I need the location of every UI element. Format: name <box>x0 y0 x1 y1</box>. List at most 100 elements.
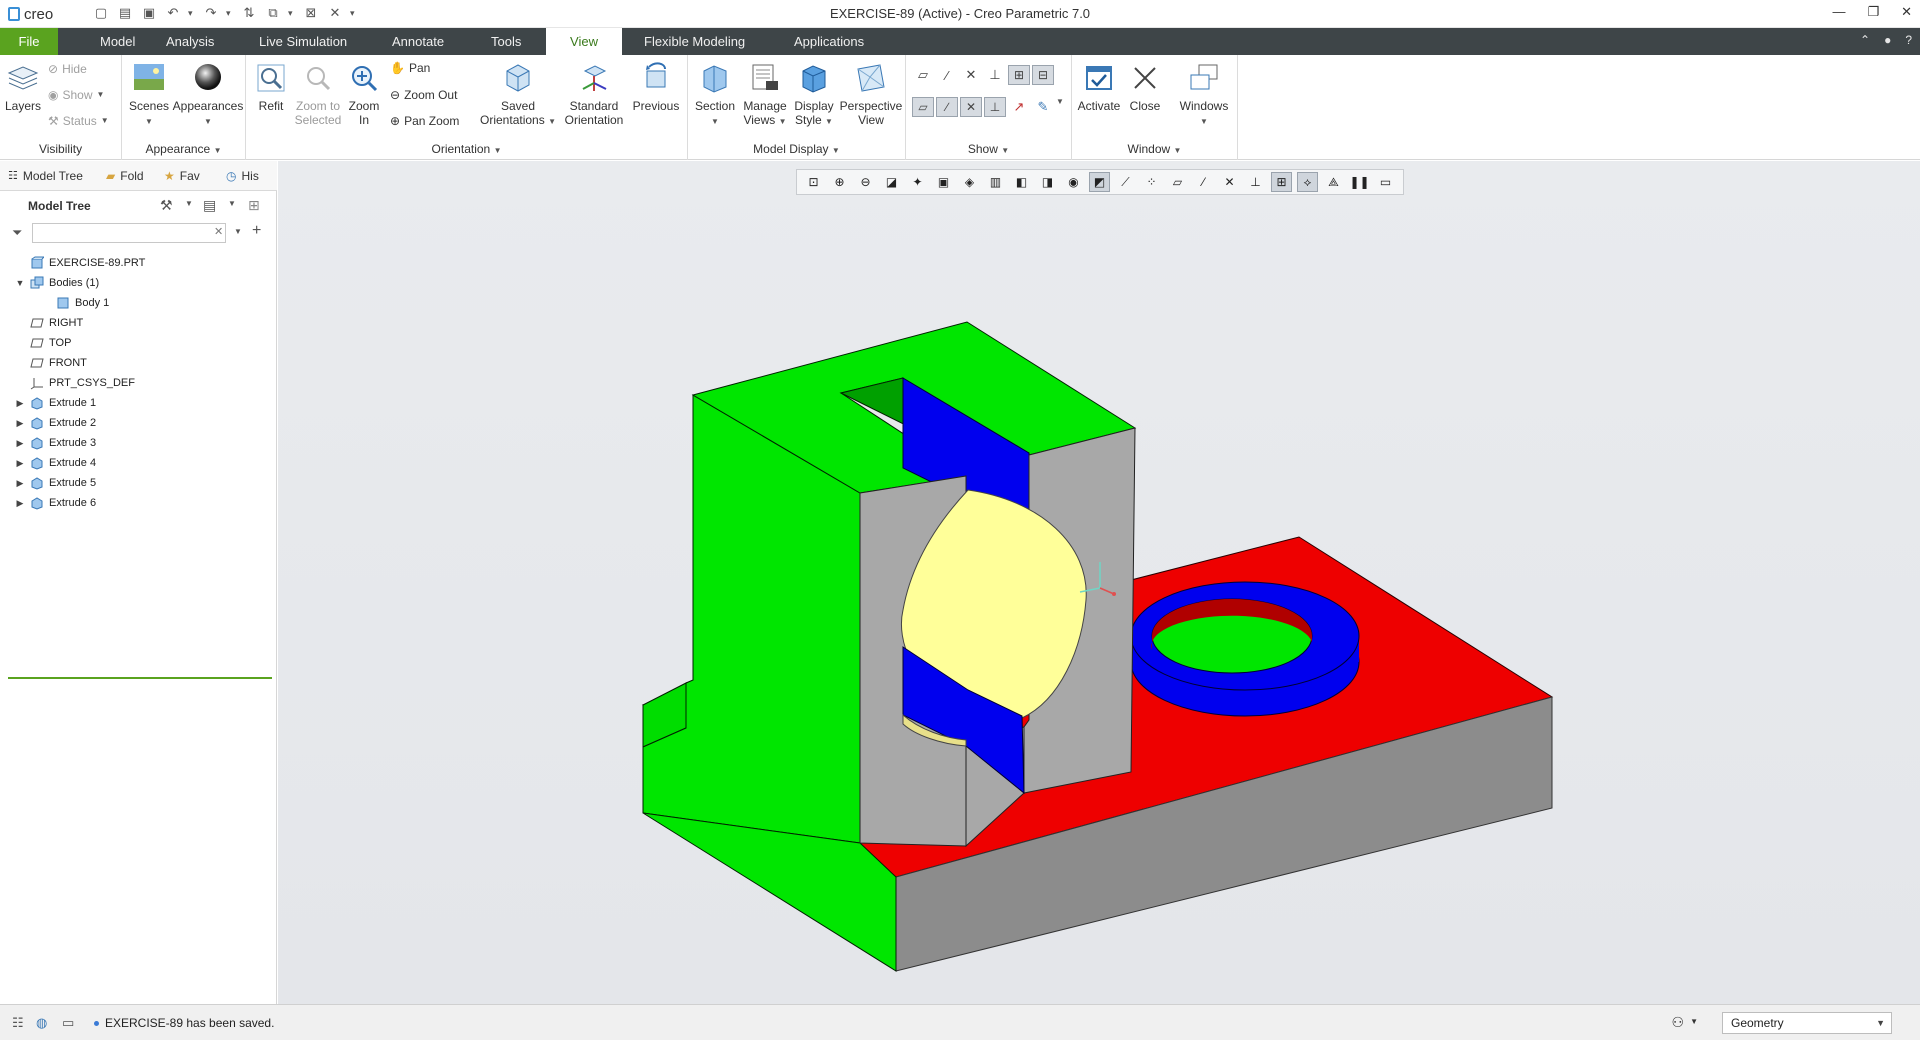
refit-button[interactable]: Refit <box>252 61 290 113</box>
graphics-window[interactable]: ⊡ ⊕ ⊖ ◪ ✦ ▣ ◈ ▥ ◧ ◨ ◉ ◩ ⟋ ⁘ ▱ ⁄ ✕ ⊥ ⊞ ⟡ … <box>278 161 1920 1004</box>
find-binoculars-icon[interactable]: ⚇ <box>1671 1014 1684 1031</box>
windows-button[interactable]: Windows ▼ <box>1176 61 1232 129</box>
new-file-icon[interactable]: ▢ <box>92 4 110 22</box>
user-icon[interactable]: ● <box>1884 33 1891 47</box>
filter-funnel-icon[interactable]: ⏷ <box>12 225 22 241</box>
pan-button[interactable]: ✋ Pan <box>390 58 430 78</box>
axis-display-icon[interactable]: ∕ <box>936 65 958 85</box>
expand-toggle-icon[interactable]: ▶ <box>14 473 26 493</box>
show-more-dropdown-icon[interactable]: ▼ <box>1056 97 1064 117</box>
sketch-display-icon[interactable]: ✎ <box>1032 97 1054 117</box>
save-icon[interactable]: ▣ <box>140 4 158 22</box>
tab-file[interactable]: File <box>0 28 58 55</box>
expand-toggle-icon[interactable]: ▶ <box>14 393 26 413</box>
3d-model[interactable] <box>278 161 1920 1004</box>
csys-display-icon[interactable]: ⊥ <box>984 65 1006 85</box>
csys-tag-display-icon[interactable]: ∕ <box>936 97 958 117</box>
tree-item[interactable]: ▶ Extrude 2 <box>14 413 96 433</box>
add-item-icon[interactable]: + <box>252 222 261 240</box>
tree-item[interactable]: ▶ Extrude 6 <box>14 493 96 513</box>
nav-tab-model-tree[interactable]: ☷ Model Tree <box>8 167 83 185</box>
clear-search-icon[interactable]: ✕ <box>214 225 223 238</box>
tree-item[interactable]: PRT_CSYS_DEF <box>14 373 135 393</box>
redo-icon[interactable]: ↷ <box>202 4 220 22</box>
manage-views-button[interactable]: Manage Views ▼ <box>740 61 790 129</box>
collapse-ribbon-icon[interactable]: ⌃ <box>1860 33 1870 47</box>
nav-tab-history[interactable]: ◷ His <box>226 167 259 185</box>
undo-icon[interactable]: ↶ <box>164 4 182 22</box>
tab-tools[interactable]: Tools <box>477 28 535 55</box>
tab-annotate[interactable]: Annotate <box>378 28 458 55</box>
windows-icon[interactable]: ⧉ <box>264 4 282 22</box>
customize-qat-icon[interactable]: ▾ <box>350 8 358 19</box>
expand-toggle-icon[interactable]: ▶ <box>14 493 26 513</box>
dimension-display-icon[interactable]: ↗ <box>1008 97 1030 117</box>
tab-analysis[interactable]: Analysis <box>152 28 228 55</box>
pan-zoom-button[interactable]: ⊕ Pan Zoom <box>390 111 459 131</box>
regenerate-icon[interactable]: ⇅ <box>240 4 258 22</box>
tree-settings-dropdown-icon[interactable]: ▼ <box>185 199 193 208</box>
expand-toggle-icon[interactable]: ▼ <box>14 273 26 293</box>
previous-button[interactable]: Previous <box>630 61 682 113</box>
nav-tab-folder-browser[interactable]: ▰ Fold <box>106 167 144 185</box>
hide-button[interactable]: ⊘ Hide <box>48 59 87 79</box>
point-tag-display-icon[interactable]: ⏥ <box>912 97 934 117</box>
selection-filter-select[interactable]: Geometry ▼ <box>1722 1012 1892 1034</box>
tab-applications[interactable]: Applications <box>780 28 878 55</box>
open-folder-icon[interactable]: ▤ <box>116 4 134 22</box>
tree-filters-icon[interactable]: ⊞ <box>248 197 260 214</box>
tree-item[interactable]: ▶ Extrude 5 <box>14 473 96 493</box>
spin-center-icon[interactable]: ✕ <box>960 97 982 117</box>
plane-display-icon[interactable]: ⏥ <box>912 65 934 85</box>
close-window-icon[interactable]: ⊠ <box>302 4 320 22</box>
show-group-label[interactable]: Show ▼ <box>906 142 1071 156</box>
nav-tab-favorites[interactable]: ★ Fav <box>164 167 200 185</box>
close-button[interactable]: Close <box>1124 61 1166 113</box>
find-dropdown-icon[interactable]: ▼ <box>1690 1017 1698 1026</box>
help-icon[interactable]: ? <box>1905 33 1912 47</box>
appearances-button[interactable]: Appearances ▼ <box>172 61 244 129</box>
tree-item[interactable]: RIGHT <box>14 313 83 333</box>
point-display-icon[interactable]: ✕ <box>960 65 982 85</box>
redo-dropdown-icon[interactable]: ▾ <box>226 8 234 19</box>
model-display-group-label[interactable]: Model Display ▼ <box>688 142 905 156</box>
tree-item[interactable]: ▶ Extrude 3 <box>14 433 96 453</box>
tree-item[interactable]: ▼ Bodies (1) <box>14 273 99 293</box>
windows-dropdown-icon[interactable]: ▾ <box>288 8 296 19</box>
full-screen-icon[interactable]: ▭ <box>62 1015 74 1031</box>
window-group-label[interactable]: Window ▼ <box>1072 142 1237 156</box>
layers-button[interactable]: Layers <box>4 61 42 113</box>
tab-model[interactable]: Model <box>86 28 149 55</box>
expand-toggle-icon[interactable]: ▶ <box>14 413 26 433</box>
restore-icon[interactable]: ❐ <box>1867 4 1879 20</box>
perspective-view-button[interactable]: Perspective View <box>838 61 904 127</box>
tab-view[interactable]: View <box>546 28 622 55</box>
tree-search-input[interactable] <box>32 223 226 243</box>
appearance-group-label[interactable]: Appearance ▼ <box>122 142 245 156</box>
close-all-icon[interactable]: ✕ <box>326 4 344 22</box>
section-button[interactable]: Section ▼ <box>692 61 738 129</box>
tab-flexible-modeling[interactable]: Flexible Modeling <box>630 28 759 55</box>
undo-dropdown-icon[interactable]: ▾ <box>188 8 196 19</box>
display-style-button[interactable]: Display Style ▼ <box>790 61 838 129</box>
expand-toggle-icon[interactable]: ▶ <box>14 453 26 473</box>
tree-item[interactable]: EXERCISE-89.PRT <box>14 253 145 273</box>
toggle-navigator-icon[interactable]: ☷ <box>12 1015 24 1031</box>
scenes-button[interactable]: Scenes ▼ <box>126 61 172 129</box>
tree-item[interactable]: Body 1 <box>40 293 109 313</box>
tab-live-simulation[interactable]: Live Simulation <box>245 28 361 55</box>
activate-button[interactable]: Activate <box>1076 61 1122 113</box>
zoom-to-selected-button[interactable]: Zoom to Selected <box>292 61 344 127</box>
zoom-out-button[interactable]: ⊖ Zoom Out <box>390 85 457 105</box>
expand-toggle-icon[interactable]: ▶ <box>14 433 26 453</box>
minimize-icon[interactable]: — <box>1832 4 1845 20</box>
tree-item[interactable]: ▶ Extrude 4 <box>14 453 96 473</box>
orientation-group-label[interactable]: Orientation ▼ <box>246 142 687 156</box>
standard-orientation-button[interactable]: Standard Orientation <box>562 61 626 127</box>
show-button[interactable]: ◉ Show ▼ <box>48 85 104 105</box>
tree-settings-icon[interactable]: ⚒ <box>160 197 173 214</box>
tree-item[interactable]: FRONT <box>14 353 87 373</box>
search-dropdown-icon[interactable]: ▼ <box>234 227 242 236</box>
zoom-in-button[interactable]: Zoom In <box>346 61 382 127</box>
annotation-display-icon[interactable]: ⊥ <box>984 97 1006 117</box>
